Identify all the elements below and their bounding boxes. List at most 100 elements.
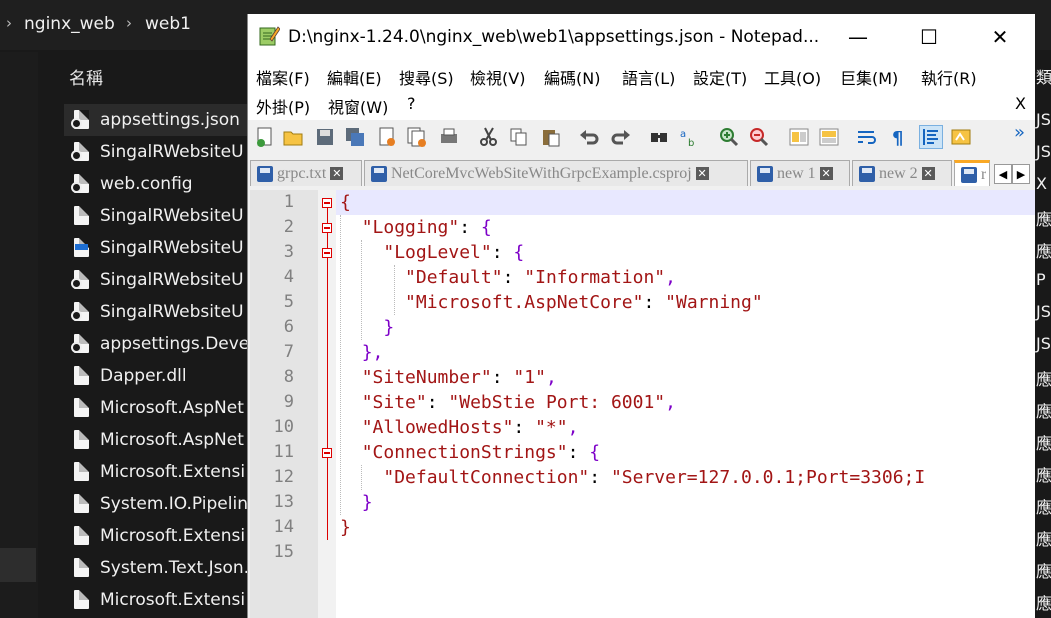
- show-all-characters-icon[interactable]: ¶: [888, 126, 910, 148]
- replace-icon[interactable]: ab: [678, 126, 700, 148]
- zoom-out-icon[interactable]: [748, 126, 770, 148]
- open-file-icon[interactable]: [282, 126, 304, 148]
- tab-scroll-right-button[interactable]: ▶: [1012, 164, 1030, 184]
- code-line[interactable]: "Microsoft.AspNetCore": "Warning": [340, 290, 763, 315]
- menu-tools[interactable]: 工具(O): [764, 65, 821, 89]
- file-list-item[interactable]: Dapper.dll: [64, 360, 248, 392]
- menu-macro[interactable]: 巨集(M): [840, 65, 898, 89]
- code-line[interactable]: }: [340, 515, 351, 540]
- print-icon[interactable]: [438, 126, 460, 148]
- dll-file-icon: [72, 589, 92, 611]
- close-file-icon[interactable]: [376, 126, 398, 148]
- code-line[interactable]: }: [340, 315, 394, 340]
- minimize-button[interactable]: —: [835, 22, 881, 52]
- menu-language[interactable]: 語言(L): [622, 65, 675, 89]
- column-header-type[interactable]: 類: [1036, 64, 1051, 88]
- tab-grpc-txt[interactable]: grpc.txt ✕: [250, 160, 362, 186]
- user-defined-language-icon[interactable]: [950, 126, 972, 148]
- code-token: "Server=127.0.0.1;Port=3306;I: [610, 467, 926, 488]
- sync-vertical-icon[interactable]: [788, 126, 810, 148]
- fold-toggle-icon[interactable]: [322, 198, 332, 208]
- sync-horizontal-icon[interactable]: [818, 126, 840, 148]
- zoom-in-icon[interactable]: [718, 126, 740, 148]
- code-line[interactable]: {: [340, 190, 351, 215]
- file-list-item[interactable]: SingalRWebsiteU: [64, 296, 248, 328]
- toolbar-overflow-button[interactable]: »: [1014, 122, 1025, 143]
- code-line[interactable]: "Logging": {: [340, 215, 492, 240]
- navigation-pane-selected-item[interactable]: [0, 548, 36, 582]
- file-list-item[interactable]: Microsoft.Extensi: [64, 520, 248, 552]
- menu-search[interactable]: 搜尋(S): [399, 65, 454, 89]
- tab-close-icon[interactable]: ✕: [819, 167, 833, 180]
- maximize-button[interactable]: ☐: [906, 22, 952, 52]
- menu-window[interactable]: 視窗(W): [328, 94, 388, 118]
- menu-file[interactable]: 檔案(F): [256, 65, 310, 89]
- cut-icon[interactable]: [478, 126, 500, 148]
- file-list-item[interactable]: Microsoft.Extensi: [64, 584, 248, 616]
- menu-settings[interactable]: 設定(T): [693, 65, 747, 89]
- file-list-item[interactable]: SingalRWebsiteU: [64, 264, 248, 296]
- tab-close-icon[interactable]: ✕: [330, 167, 344, 180]
- file-list-item[interactable]: Microsoft.Extensi: [64, 456, 248, 488]
- tab-close-icon[interactable]: ✕: [695, 167, 709, 180]
- tab-scroll-left-button[interactable]: ◀: [994, 164, 1012, 184]
- menu-help[interactable]: ?: [407, 94, 416, 113]
- menu-run[interactable]: 執行(R): [921, 65, 977, 89]
- tab-csproj[interactable]: NetCoreMvcWebSiteWithGrpcExample.csproj …: [364, 160, 748, 186]
- fold-toggle-icon[interactable]: [322, 448, 332, 458]
- tab-close-icon[interactable]: ✕: [921, 167, 935, 180]
- breadcrumb-nginx-web[interactable]: nginx_web: [24, 14, 115, 34]
- file-name: SingalRWebsiteU: [100, 270, 244, 290]
- file-list-item[interactable]: web.config: [64, 168, 248, 200]
- save-all-icon[interactable]: [344, 126, 366, 148]
- code-editor[interactable]: 1 2 3 4 5 6 7 8 9 10 11 12 13 14 15 { "Logging": { "Lo…: [250, 190, 1035, 618]
- paste-icon[interactable]: [540, 126, 562, 148]
- close-document-button[interactable]: X: [1015, 94, 1026, 113]
- code-token: "*": [535, 417, 568, 438]
- save-icon[interactable]: [314, 126, 336, 148]
- menu-plugins[interactable]: 外掛(P): [256, 94, 310, 118]
- code-line[interactable]: "SiteNumber": "1",: [340, 365, 557, 390]
- tab-new-2[interactable]: new 2 ✕: [852, 160, 952, 186]
- file-list-item[interactable]: Microsoft.AspNet: [64, 424, 248, 456]
- indent-guide-icon[interactable]: [919, 125, 943, 149]
- fold-toggle-icon[interactable]: [322, 248, 332, 258]
- fold-toggle-icon[interactable]: [322, 223, 332, 233]
- code-line[interactable]: "Default": "Information",: [340, 265, 676, 290]
- title-bar[interactable]: D:\nginx-1.24.0\nginx_web\web1\appsettin…: [248, 14, 1035, 60]
- code-line[interactable]: "ConnectionStrings": {: [340, 440, 600, 465]
- tab-new-1[interactable]: new 1 ✕: [750, 160, 850, 186]
- file-list-item[interactable]: SingalRWebsiteU: [64, 232, 248, 264]
- new-file-icon[interactable]: [254, 126, 276, 148]
- file-list-item[interactable]: SingalRWebsiteU: [64, 136, 248, 168]
- redo-icon[interactable]: [610, 126, 632, 148]
- file-list-item[interactable]: System.IO.Pipelin: [64, 488, 248, 520]
- code-line[interactable]: "AllowedHosts": "*",: [340, 415, 579, 440]
- code-line[interactable]: "LogLevel": {: [340, 240, 524, 265]
- undo-icon[interactable]: [578, 126, 600, 148]
- menu-encoding[interactable]: 編碼(N): [544, 65, 600, 89]
- file-list-item[interactable]: SingalRWebsiteU: [64, 200, 248, 232]
- copy-icon[interactable]: [508, 126, 530, 148]
- close-button[interactable]: ✕: [977, 22, 1023, 52]
- file-name: appsettings.json: [100, 110, 240, 130]
- word-wrap-icon[interactable]: [856, 126, 878, 148]
- navigation-pane[interactable]: [0, 52, 38, 618]
- column-header-name[interactable]: 名稱: [69, 64, 103, 89]
- tab-appsettings-active[interactable]: r: [954, 160, 990, 186]
- code-line[interactable]: },: [340, 340, 384, 365]
- breadcrumb-web1[interactable]: web1: [145, 14, 191, 34]
- close-all-icon[interactable]: [406, 126, 428, 148]
- file-list-item[interactable]: Microsoft.AspNet: [64, 392, 248, 424]
- menu-edit[interactable]: 編輯(E): [327, 65, 382, 89]
- code-line[interactable]: "DefaultConnection": "Server=127.0.0.1;P…: [340, 465, 925, 490]
- find-icon[interactable]: [648, 126, 670, 148]
- svg-text:¶: ¶: [892, 128, 903, 148]
- file-list-item[interactable]: appsettings.json: [64, 104, 248, 136]
- code-line[interactable]: }: [340, 490, 373, 515]
- code-line[interactable]: "Site": "WebStie Port: 6001",: [340, 390, 676, 415]
- menu-view[interactable]: 檢視(V): [470, 65, 525, 89]
- file-list-item[interactable]: System.Text.Json.: [64, 552, 248, 584]
- file-list-item[interactable]: appsettings.Deve: [64, 328, 248, 360]
